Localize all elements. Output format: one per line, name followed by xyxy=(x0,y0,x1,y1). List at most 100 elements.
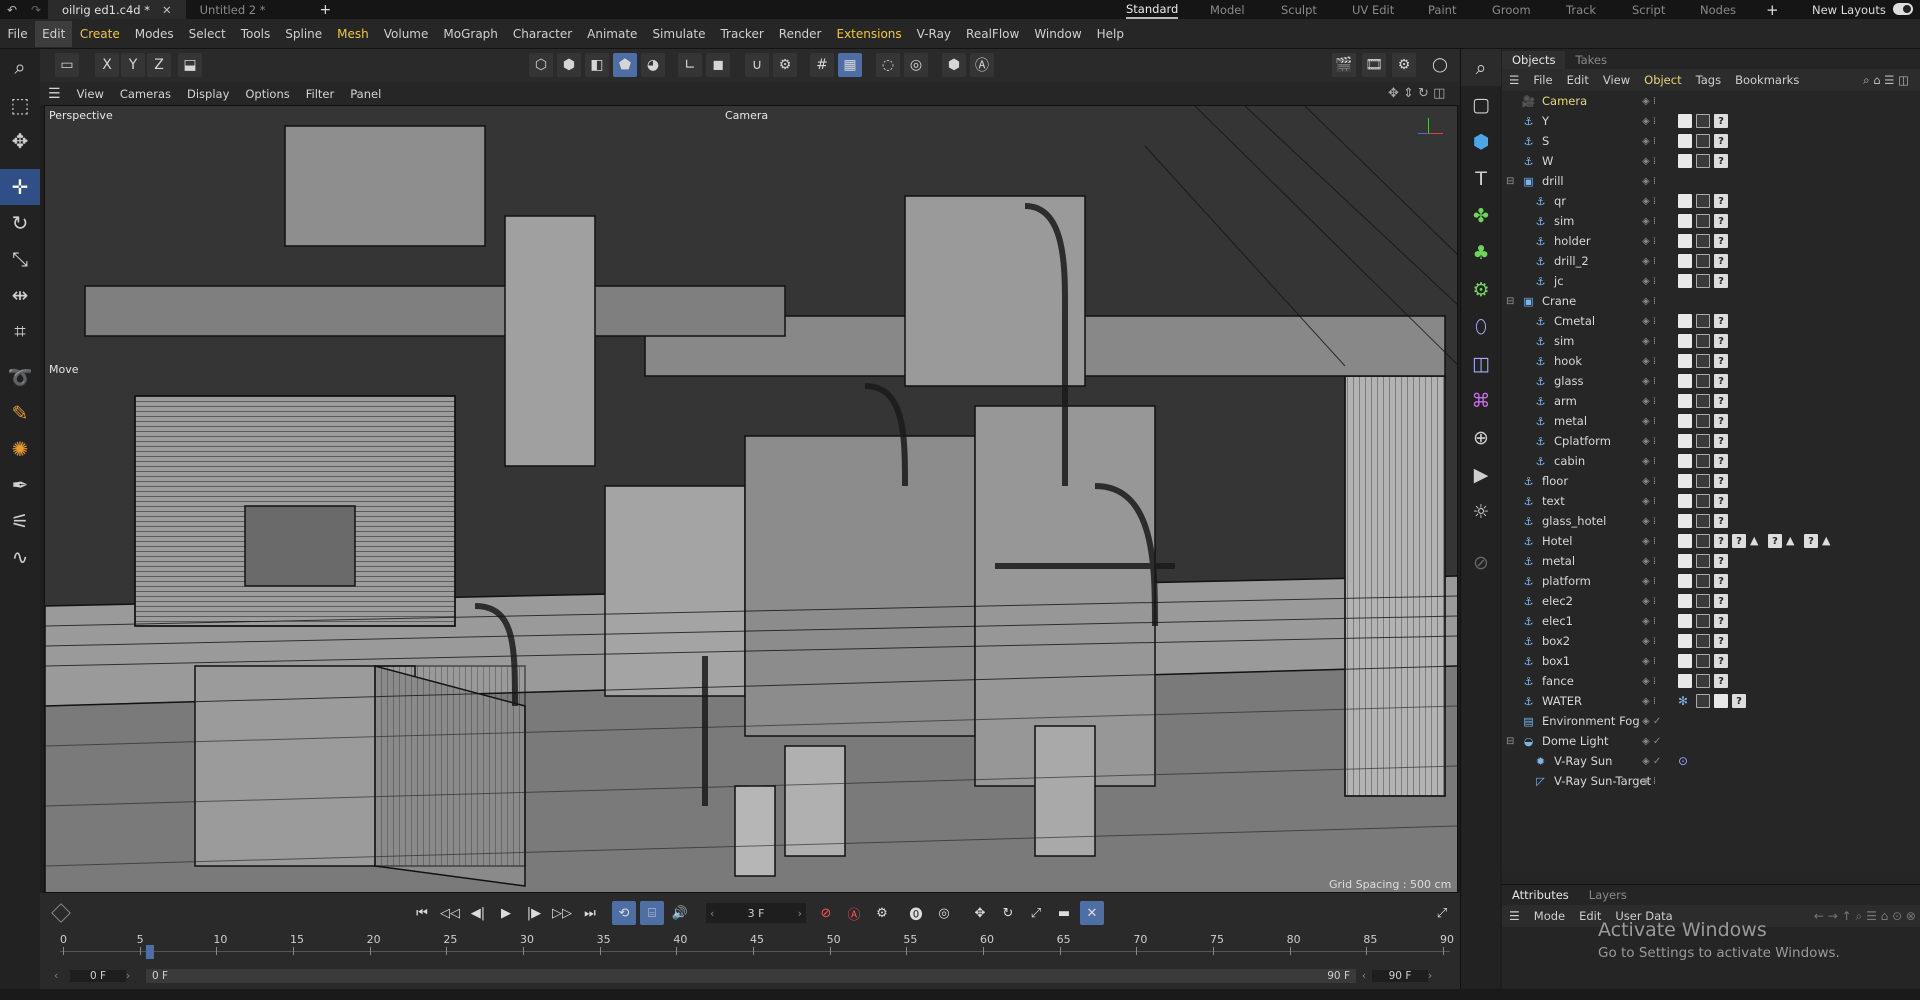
x-axis-icon[interactable]: X xyxy=(95,53,119,77)
texture-tag-icon[interactable] xyxy=(1678,154,1692,168)
texture-mode-icon[interactable]: ◕ xyxy=(641,53,665,77)
menu-create[interactable]: Create xyxy=(72,27,127,41)
visibility-dots-icon[interactable]: ◈ ⁞ xyxy=(1642,396,1656,407)
collapse-icon[interactable]: ⊟ xyxy=(1506,296,1520,307)
add-layout-icon[interactable]: + xyxy=(1766,0,1779,19)
menu-window[interactable]: Window xyxy=(1027,27,1089,41)
layout-tab-nodes[interactable]: Nodes xyxy=(1700,0,1736,19)
unknown-tag-icon[interactable]: ? xyxy=(1714,194,1728,208)
object-row[interactable]: ⚓ Y ◈ ⁞? xyxy=(1502,111,1920,131)
display-tag-icon[interactable] xyxy=(1696,154,1710,168)
visibility-dots-icon[interactable]: ◈ ⁞ xyxy=(1642,476,1656,487)
generator-icon[interactable]: ✤ xyxy=(1461,197,1501,234)
viewport-menu-options[interactable]: Options xyxy=(237,87,297,101)
visibility-dots-icon[interactable]: ◈ ⁞ xyxy=(1642,656,1656,667)
object-row[interactable]: ⚓ qr ◈ ⁞? xyxy=(1502,191,1920,211)
texture-tag-icon[interactable] xyxy=(1678,514,1692,528)
object-row[interactable]: ⚓ elec2 ◈ ⁞? xyxy=(1502,591,1920,611)
attributes-nav-icons[interactable]: ← → ↑ ⌕ ☰ ⌂ ⊙ ⊗ xyxy=(1814,909,1916,924)
display-tag-icon[interactable] xyxy=(1696,654,1710,668)
points-mode-icon[interactable]: ⬡ xyxy=(529,53,553,77)
hamburger-icon[interactable]: ☰ xyxy=(1502,73,1526,87)
menu-select[interactable]: Select xyxy=(181,27,233,41)
unknown-tag-icon[interactable]: ? xyxy=(1714,434,1728,448)
unknown-tag-icon[interactable]: ? xyxy=(1714,614,1728,628)
objects-menu-bookmarks[interactable]: Bookmarks xyxy=(1728,73,1806,87)
chevron-right-icon[interactable]: › xyxy=(126,970,146,982)
object-row[interactable]: ⚓ WATER ◈ ⁞ ✻? xyxy=(1502,691,1920,711)
menu-tracker[interactable]: Tracker xyxy=(713,27,771,41)
menu-character[interactable]: Character xyxy=(505,27,579,41)
visibility-dots-icon[interactable]: ◈ ⁞ xyxy=(1642,316,1656,327)
record-icon[interactable]: ⊘ xyxy=(814,901,838,925)
menu-extensions[interactable]: Extensions xyxy=(829,27,909,41)
menu-modes[interactable]: Modes xyxy=(127,27,181,41)
pen-icon[interactable]: ✒ xyxy=(0,467,40,503)
texture-tag-icon[interactable] xyxy=(1678,614,1692,628)
unknown-tag-icon[interactable]: ? xyxy=(1714,554,1728,568)
move-tool-icon[interactable]: ✛ xyxy=(0,169,40,205)
visibility-dots-icon[interactable]: ◈ ⁞ xyxy=(1642,436,1656,447)
timeline-ruler[interactable]: 0 5 10 15 20 25 30 35 40 45 50 55 60 65 70 75 80 85 90 xyxy=(60,933,1454,957)
sound-icon[interactable]: 🔊 xyxy=(668,901,692,925)
texture-tag-icon[interactable] xyxy=(1678,234,1692,248)
display-tag-icon[interactable] xyxy=(1696,114,1710,128)
y-axis-icon[interactable]: Y xyxy=(121,53,145,77)
record-position-icon[interactable]: ⓿ xyxy=(904,901,928,925)
display-tag-icon[interactable] xyxy=(1696,214,1710,228)
pla-key-icon[interactable]: ✕ xyxy=(1080,901,1104,925)
visibility-dots-icon[interactable]: ◈ ⁞ xyxy=(1642,96,1656,107)
cube-outline-icon[interactable]: ▢ xyxy=(1461,86,1501,123)
visibility-dots-icon[interactable]: ◈ ⁞ xyxy=(1642,196,1656,207)
visibility-dots-icon[interactable]: ◈ ⁞ xyxy=(1642,116,1656,127)
unknown-tag-icon[interactable]: ? xyxy=(1714,654,1728,668)
text-icon[interactable]: T xyxy=(1461,160,1501,197)
display-tag-icon[interactable] xyxy=(1696,594,1710,608)
unknown-tag-icon[interactable]: ? xyxy=(1732,694,1746,708)
display-tag-icon[interactable] xyxy=(1696,254,1710,268)
visibility-dots-icon[interactable]: ◈ ⁞ xyxy=(1642,136,1656,147)
display-tag-icon[interactable] xyxy=(1696,234,1710,248)
render-picture-viewer-icon[interactable]: 🎞 xyxy=(1362,53,1386,77)
guide-icon[interactable]: ◌ xyxy=(876,53,900,77)
objects-menu-tags[interactable]: Tags xyxy=(1689,73,1728,87)
menu-vray[interactable]: V-Ray xyxy=(909,27,958,41)
record-rotation-icon[interactable]: ◎ xyxy=(932,901,956,925)
objects-menu-edit[interactable]: Edit xyxy=(1560,73,1596,87)
workplane-icon[interactable]: ▦ xyxy=(838,53,862,77)
unknown-tag-icon[interactable]: ? xyxy=(1714,354,1728,368)
object-row[interactable]: ⚓ glass ◈ ⁞? xyxy=(1502,371,1920,391)
axis-mode-icon[interactable]: ∟ xyxy=(678,53,702,77)
chevron-right-icon[interactable]: › xyxy=(1428,970,1440,982)
hamburger-icon[interactable]: ☰ xyxy=(40,86,69,102)
texture-tag-icon[interactable] xyxy=(1678,194,1692,208)
viewport-menu-view[interactable]: View xyxy=(69,87,112,101)
visibility-dots-icon[interactable]: ◈ ⁞ xyxy=(1642,356,1656,367)
tab-attributes[interactable]: Attributes xyxy=(1502,888,1579,902)
edges-mode-icon[interactable]: ⬢ xyxy=(557,53,581,77)
display-tag-icon[interactable] xyxy=(1696,534,1710,548)
viewport-menu-filter[interactable]: Filter xyxy=(298,87,342,101)
visibility-dots-icon[interactable]: ◈ ⁞ xyxy=(1642,456,1656,467)
viewport-menu-cameras[interactable]: Cameras xyxy=(112,87,179,101)
object-row[interactable]: ⚓ Cmetal ◈ ⁞? xyxy=(1502,311,1920,331)
goto-end-icon[interactable]: ⏭ xyxy=(578,901,602,925)
selection-tool-icon[interactable]: ⬚ xyxy=(0,87,40,123)
texture-tag-icon[interactable] xyxy=(1678,394,1692,408)
texture-tag-icon[interactable] xyxy=(1678,494,1692,508)
objects-menu-object[interactable]: Object xyxy=(1637,73,1688,87)
new-layouts-button[interactable]: New Layouts xyxy=(1812,0,1886,19)
menu-mograph[interactable]: MoGraph xyxy=(436,27,506,41)
texture-tag-icon[interactable] xyxy=(1678,414,1692,428)
object-row[interactable]: ⚓ sim ◈ ⁞? xyxy=(1502,331,1920,351)
attributes-menu-mode[interactable]: Mode xyxy=(1527,909,1572,923)
current-frame-field[interactable]: ‹ 3 F › xyxy=(706,903,806,923)
scale-tool-icon[interactable]: ⤡ xyxy=(0,241,40,277)
camera-icon[interactable]: ▶ xyxy=(1461,456,1501,493)
live-select-icon[interactable]: ✥ xyxy=(0,123,40,159)
playhead[interactable] xyxy=(146,945,154,959)
object-row[interactable]: ⚓ Cplatform ◈ ⁞? xyxy=(1502,431,1920,451)
display-tag-icon[interactable] xyxy=(1696,494,1710,508)
loop-icon[interactable]: ⟲ xyxy=(612,901,636,925)
texture-tag-icon[interactable] xyxy=(1678,214,1692,228)
